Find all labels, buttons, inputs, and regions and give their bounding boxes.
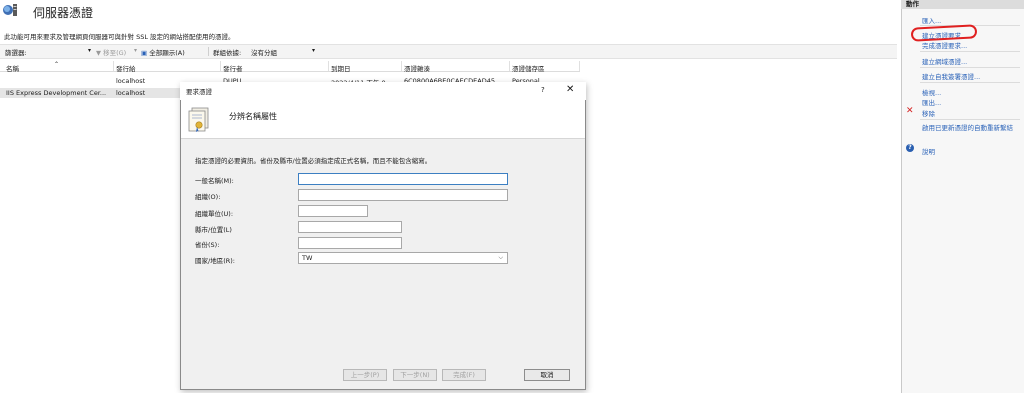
common-name-input[interactable]	[298, 173, 508, 185]
chevron-down-icon: ⌵	[498, 254, 503, 261]
action-create-domain-certificate[interactable]: 建立網域憑證...	[922, 56, 967, 66]
dialog-titlebar	[180, 82, 586, 100]
certificate-table-header: 名稱 ⌃ 發行給 發行者 到期日 憑證雜湊 憑證儲存區	[0, 61, 580, 73]
dialog-help-icon[interactable]: ?	[541, 86, 545, 94]
funnel-icon: ▼	[96, 49, 101, 57]
country-label: 國家/地區(R):	[195, 257, 235, 265]
toolbar-separator	[208, 47, 209, 56]
cell-name: IIS Express Development Cer...	[6, 89, 107, 97]
action-import[interactable]: 匯入...	[922, 15, 941, 25]
group-by-select[interactable]: 沒有分組	[251, 47, 277, 57]
common-name-label: 一般名稱(M):	[195, 177, 234, 185]
filter-dropdown-arrow-icon[interactable]: ▾	[88, 47, 91, 54]
filter-toolbar: 篩選器: ▾ ▼ 移至(G) ▾ ▣ 全部顯示(A) 群組依據: 沒有分組 ▾	[0, 44, 897, 59]
action-view[interactable]: 檢視...	[922, 87, 941, 97]
column-header-store[interactable]: 憑證儲存區	[512, 63, 545, 73]
org-unit-label: 組織單位(U):	[195, 210, 234, 218]
organization-input[interactable]	[298, 189, 508, 201]
state-label: 省份(S):	[195, 241, 220, 249]
column-header-issued-to[interactable]: 發行給	[116, 63, 136, 73]
state-input[interactable]	[298, 237, 402, 249]
show-all-icon: ▣	[141, 49, 148, 57]
group-by-label: 群組依據:	[213, 49, 242, 57]
remove-x-icon: ✕	[906, 106, 914, 116]
dialog-heading: 分辨名稱屬性	[229, 112, 277, 121]
dialog-instructions: 指定憑證的必要資訊。省份及縣市/位置必須指定成正式名稱，而且不能包含縮寫。	[195, 157, 432, 165]
column-header-name[interactable]: 名稱	[6, 63, 19, 73]
go-dropdown-arrow-icon[interactable]: ▾	[134, 47, 137, 54]
dialog-title: 要求憑證	[186, 88, 212, 96]
column-header-expiration[interactable]: 到期日	[331, 63, 351, 73]
action-remove[interactable]: 移除	[922, 108, 935, 118]
action-enable-auto-rebind[interactable]: 啟用已更新憑證的自動重新繫結	[922, 124, 1018, 132]
server-certificates-icon	[2, 2, 18, 18]
sort-indicator-icon: ⌃	[54, 61, 60, 68]
country-select[interactable]: TW ⌵	[298, 252, 508, 264]
action-export[interactable]: 匯出...	[922, 97, 941, 107]
action-complete-certificate-request[interactable]: 完成憑證要求...	[922, 40, 967, 50]
certificate-icon	[187, 107, 213, 133]
cancel-button[interactable]: 取消	[524, 369, 570, 381]
filter-label: 篩選器:	[5, 49, 27, 57]
page-title: 伺服器憑證	[33, 6, 94, 20]
go-button[interactable]: ▼ 移至(G)	[96, 47, 126, 57]
previous-button[interactable]: 上一步(P)	[343, 369, 387, 381]
finish-button[interactable]: 完成(F)	[442, 369, 486, 381]
city-label: 縣市/位置(L)	[195, 226, 232, 234]
help-icon: ?	[906, 144, 914, 152]
organization-label: 組織(O):	[195, 193, 221, 201]
org-unit-input[interactable]	[298, 205, 368, 217]
page-description: 此功能可用來要求及管理網頁伺服器可與針對 SSL 設定的網站搭配使用的憑證。	[4, 33, 235, 41]
show-all-button[interactable]: ▣ 全部顯示(A)	[141, 47, 185, 57]
actions-pane-header: 動作	[901, 0, 1024, 9]
city-input[interactable]	[298, 221, 402, 233]
group-by-arrow-icon[interactable]: ▾	[312, 47, 315, 54]
action-create-self-signed-certificate[interactable]: 建立自我簽署憑證...	[922, 71, 980, 81]
action-help[interactable]: 說明	[922, 146, 935, 156]
column-header-issued-by[interactable]: 發行者	[223, 63, 243, 73]
next-button[interactable]: 下一步(N)	[393, 369, 437, 381]
dialog-close-icon[interactable]: ✕	[566, 84, 574, 95]
column-header-hash[interactable]: 憑證雜湊	[404, 63, 430, 73]
